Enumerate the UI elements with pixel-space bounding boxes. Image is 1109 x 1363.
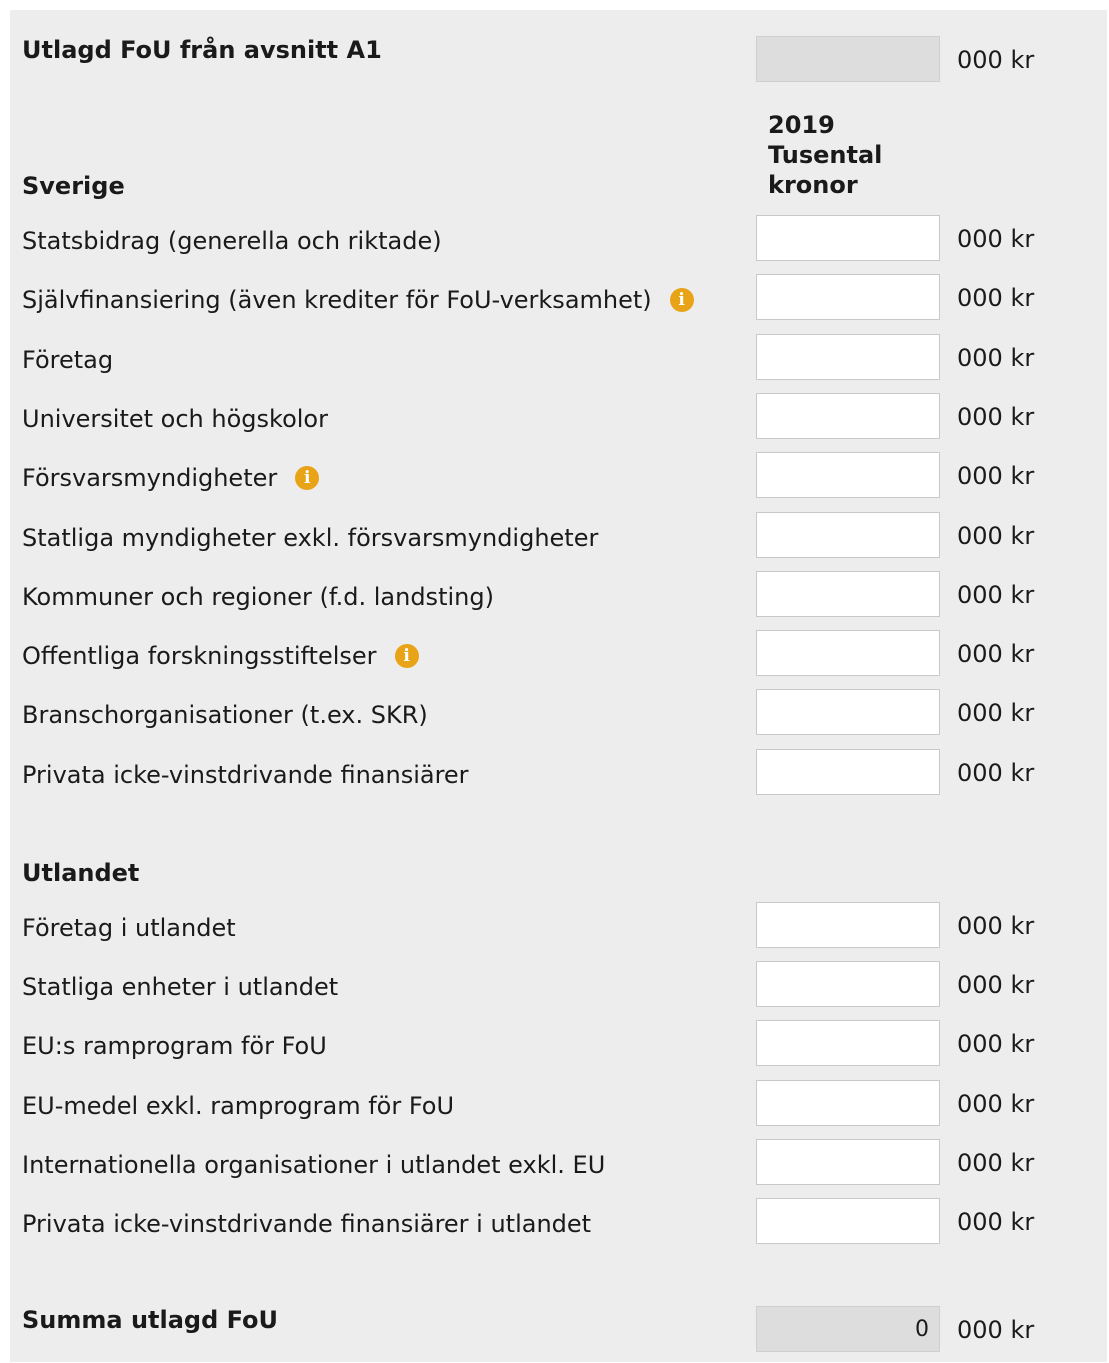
- column-header-line3: kronor: [768, 171, 858, 199]
- row-utlagd-fou-a1: Utlagd FoU från avsnitt A1 000 kr: [10, 32, 1107, 88]
- row-label: EU:s ramprogram för FoU: [22, 1032, 327, 1060]
- amount-input[interactable]: [756, 333, 940, 380]
- unit-label: 000 kr: [957, 284, 1035, 313]
- form-row: Försvarsmyndigheter i 000 kr: [10, 448, 1107, 504]
- row-label: Branschorganisationer (t.ex. SKR): [22, 701, 428, 729]
- form-row: Kommuner och regioner (f.d. landsting) 00…: [10, 567, 1107, 623]
- form-row: Statliga enheter i utlandet 000 kr: [10, 957, 1107, 1013]
- section-heading-utlandet: Utlandet: [22, 859, 140, 887]
- row-label-text: Kommuner och regioner (f.d. landsting): [22, 582, 494, 611]
- row-label-text: Privata icke-vinstdrivande finansiärer i…: [22, 1210, 592, 1238]
- column-header: 2019 Tusental kronor: [768, 110, 882, 200]
- amount-input[interactable]: [756, 748, 940, 795]
- unit-label: 000 kr: [957, 1030, 1035, 1059]
- row-label-text: Statsbidrag (generella och riktade): [22, 227, 442, 255]
- row-label-text: Internationella organisationer i utlande…: [22, 1150, 606, 1179]
- amount-input[interactable]: [756, 1079, 940, 1126]
- row-label-text: EU:s ramprogram för FoU: [22, 1032, 327, 1061]
- unit-label: 000 kr: [957, 1148, 1035, 1177]
- amount-input[interactable]: [756, 630, 940, 677]
- unit-label: 000 kr: [957, 758, 1035, 787]
- summa-utlagd-fou-field: [756, 1306, 940, 1352]
- column-header-year: 2019: [768, 111, 835, 139]
- form-row: Självfinansiering (även krediter för FoU…: [10, 270, 1107, 326]
- unit-label: 000 kr: [957, 912, 1035, 940]
- form-panel: Utlagd FoU från avsnitt A1 000 kr 2019 T…: [10, 10, 1107, 1362]
- summa-utlagd-fou-label: Summa utlagd FoU: [22, 1306, 279, 1334]
- unit-label: 000 kr: [957, 971, 1035, 1000]
- amount-input[interactable]: [756, 452, 940, 499]
- row-label: Privata icke-vinstdrivande finansiärer: [22, 761, 469, 789]
- info-icon[interactable]: i: [669, 288, 694, 313]
- row-label: EU-medel exkl. ramprogram för FoU: [22, 1092, 454, 1120]
- row-label: Statliga enheter i utlandet: [22, 973, 338, 1001]
- row-label: Privata icke-vinstdrivande finansiärer i…: [22, 1210, 591, 1238]
- row-label: Universitet och högskolor: [22, 405, 328, 433]
- section-heading-sverige: Sverige: [22, 172, 125, 200]
- amount-input[interactable]: [756, 570, 940, 617]
- form-row: EU-medel exkl. ramprogram för FoU 000 kr: [10, 1076, 1107, 1132]
- amount-input[interactable]: [756, 902, 940, 948]
- amount-input[interactable]: [756, 1198, 940, 1244]
- form-row: Universitet och högskolor 000 kr: [10, 389, 1107, 445]
- row-label-text: Företag: [22, 345, 114, 374]
- unit-label: 000 kr: [957, 343, 1035, 372]
- row-label: Försvarsmyndigheter i: [22, 464, 320, 493]
- form-row: Statsbidrag (generella och riktade) 000 k…: [10, 211, 1107, 267]
- row-label-text: Företag i utlandet: [22, 914, 236, 942]
- unit-label: 000 kr: [957, 225, 1035, 253]
- form-row: EU:s ramprogram för FoU 000 kr: [10, 1016, 1107, 1072]
- unit-label: 000 kr: [957, 699, 1035, 728]
- unit-label: 000 kr: [957, 580, 1035, 609]
- amount-input[interactable]: [756, 511, 940, 558]
- amount-input[interactable]: [756, 392, 940, 439]
- row-label-text: Privata icke-vinstdrivande finansiärer: [22, 760, 469, 789]
- unit-label: 000 kr: [957, 402, 1035, 431]
- row-label: Offentliga forskningsstiftelser i: [22, 642, 419, 670]
- row-label: Självfinansiering (även krediter för FoU…: [22, 286, 694, 314]
- unit-label: 000 kr: [957, 1316, 1035, 1344]
- amount-input[interactable]: [756, 274, 940, 321]
- form-row: Företag 000 kr: [10, 330, 1107, 386]
- unit-label: 000 kr: [957, 640, 1035, 669]
- amount-input[interactable]: [756, 961, 940, 1008]
- form-row: Internationella organisationer i utlande…: [10, 1135, 1107, 1191]
- row-label: Företag i utlandet: [22, 914, 236, 942]
- row-label: Företag: [22, 346, 113, 374]
- row-label: Statsbidrag (generella och riktade): [22, 227, 442, 255]
- form-row: Offentliga forskningsstiftelser i 000 kr: [10, 626, 1107, 682]
- unit-label: 000 kr: [957, 521, 1035, 550]
- row-summa-utlagd-fou: Summa utlagd FoU 000 kr: [10, 1302, 1107, 1358]
- unit-label: 000 kr: [957, 462, 1035, 491]
- unit-label: 000 kr: [957, 46, 1035, 74]
- info-icon[interactable]: i: [295, 466, 320, 491]
- unit-label: 000 kr: [957, 1089, 1035, 1118]
- form-row: Statliga myndigheter exkl. försvarsmyndi…: [10, 508, 1107, 564]
- row-label-text: Universitet och högskolor: [22, 404, 328, 433]
- amount-input[interactable]: [756, 215, 940, 261]
- row-label-text: Självfinansiering (även krediter för FoU…: [22, 286, 652, 315]
- utlagd-fou-a1-label: Utlagd FoU från avsnitt A1: [22, 36, 382, 64]
- row-label-text: Offentliga forskningsstiftelser: [22, 642, 377, 671]
- row-label-text: Statliga enheter i utlandet: [22, 973, 339, 1002]
- form-row: Privata icke-vinstdrivande finansiärer 00…: [10, 745, 1107, 801]
- row-label-text: Branschorganisationer (t.ex. SKR): [22, 701, 428, 730]
- amount-input[interactable]: [756, 1138, 940, 1185]
- column-header-line2: Tusental: [768, 141, 883, 169]
- form-row: Branschorganisationer (t.ex. SKR) 000 kr: [10, 685, 1107, 741]
- amount-input[interactable]: [756, 689, 940, 736]
- amount-input[interactable]: [756, 1020, 940, 1067]
- row-label-text: Försvarsmyndigheter: [22, 464, 278, 493]
- row-label-text: EU-medel exkl. ramprogram för FoU: [22, 1091, 455, 1120]
- row-label: Statliga myndigheter exkl. försvarsmyndi…: [22, 524, 598, 552]
- form-row: Privata icke-vinstdrivande finansiärer i…: [10, 1194, 1107, 1250]
- row-label: Internationella organisationer i utlande…: [22, 1151, 605, 1179]
- unit-label: 000 kr: [957, 1208, 1035, 1236]
- info-icon[interactable]: i: [394, 644, 419, 669]
- row-label: Kommuner och regioner (f.d. landsting): [22, 583, 494, 611]
- form-row: Företag i utlandet 000 kr: [10, 898, 1107, 954]
- utlagd-fou-a1-field: [756, 36, 940, 82]
- row-label-text: Statliga myndigheter exkl. försvarsmyndi…: [22, 523, 599, 552]
